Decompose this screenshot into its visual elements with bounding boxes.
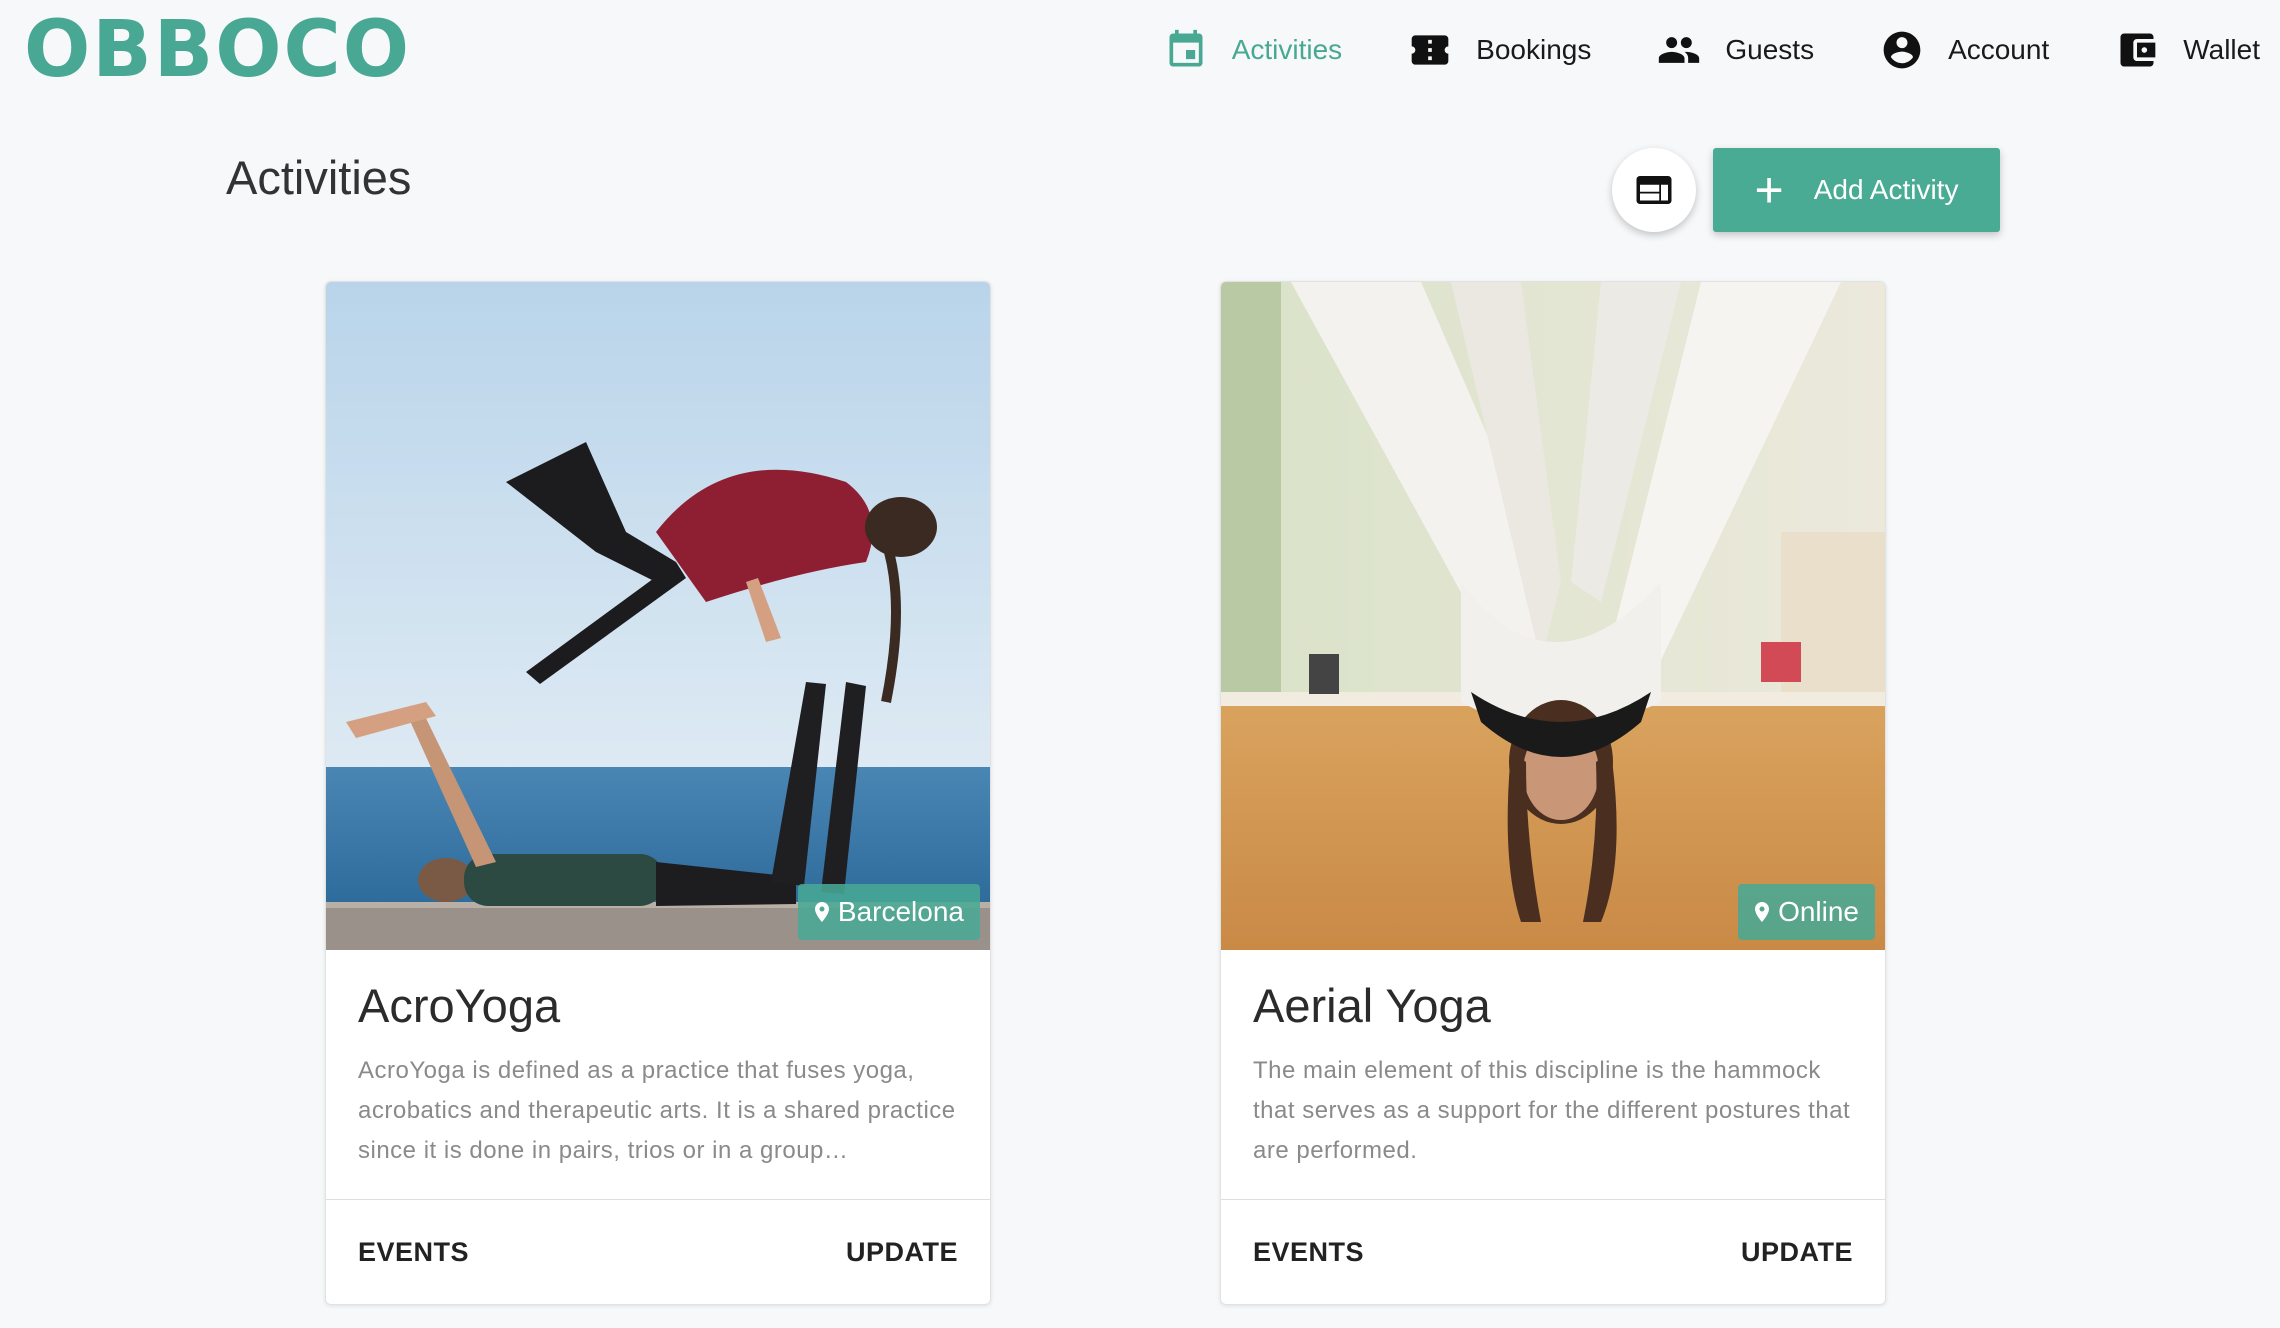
ticket-icon [1411, 35, 1449, 65]
location-badge: Online [1738, 884, 1875, 940]
activity-card-acroyoga[interactable]: Barcelona AcroYoga AcroYoga is defined a… [325, 281, 991, 1305]
acroyoga-photo [326, 282, 990, 950]
nav-item-activities[interactable]: Activities [1164, 28, 1342, 72]
location-label: Barcelona [837, 896, 964, 927]
nav-label-wallet: Wallet [2183, 34, 2260, 65]
activity-title: AcroYoga [358, 979, 561, 1032]
activity-image-aerial-yoga[interactable]: Online [1221, 282, 1885, 950]
add-activity-label: Add Activity [1813, 174, 1959, 205]
app-logo[interactable]: OBBOCO [24, 6, 411, 94]
map-pin-icon [1755, 902, 1770, 922]
calendar-icon [1169, 29, 1203, 67]
events-button[interactable]: EVENTS [358, 1237, 469, 1268]
add-activity-button[interactable]: + Add Activity [1713, 148, 2000, 232]
activity-image-acroyoga[interactable]: Barcelona [326, 282, 990, 950]
nav-label-bookings: Bookings [1476, 34, 1592, 65]
nav-item-account[interactable]: Account [1880, 28, 2049, 72]
page-title: Activities [226, 151, 412, 204]
nav-item-bookings[interactable]: Bookings [1408, 28, 1591, 72]
card-actions: EVENTS UPDATE [1221, 1200, 1885, 1304]
people-icon [1659, 37, 1700, 63]
nav-label-activities: Activities [1231, 34, 1343, 65]
wallet-icon [2120, 33, 2156, 67]
layout-toggle-button[interactable] [1612, 148, 1696, 232]
update-button[interactable]: UPDATE [1741, 1237, 1853, 1268]
plus-icon: + [1754, 162, 1784, 218]
activity-title: Aerial Yoga [1253, 979, 1491, 1032]
activity-card-aerial-yoga[interactable]: Online Aerial Yoga The main element of t… [1220, 281, 1886, 1305]
update-button[interactable]: UPDATE [846, 1237, 958, 1268]
card-actions: EVENTS UPDATE [326, 1200, 990, 1304]
top-nav: Activities Bookings Guests Account Walle… [1098, 0, 2260, 100]
nav-label-account: Account [1948, 34, 2050, 65]
aerial-yoga-photo [1221, 282, 1885, 950]
web-layout-icon [1636, 176, 1672, 204]
map-pin-icon [814, 902, 829, 922]
nav-label-guests: Guests [1725, 34, 1815, 65]
nav-item-guests[interactable]: Guests [1657, 28, 1814, 72]
account-circle-icon [1883, 31, 1921, 69]
location-label: Online [1778, 896, 1859, 927]
nav-item-wallet[interactable]: Wallet [2115, 28, 2260, 72]
location-badge: Barcelona [797, 884, 980, 940]
activity-description: AcroYoga is defined as a practice that f… [358, 1057, 956, 1164]
activity-description: The main element of this discipline is t… [1253, 1057, 1851, 1164]
events-button[interactable]: EVENTS [1253, 1237, 1364, 1268]
